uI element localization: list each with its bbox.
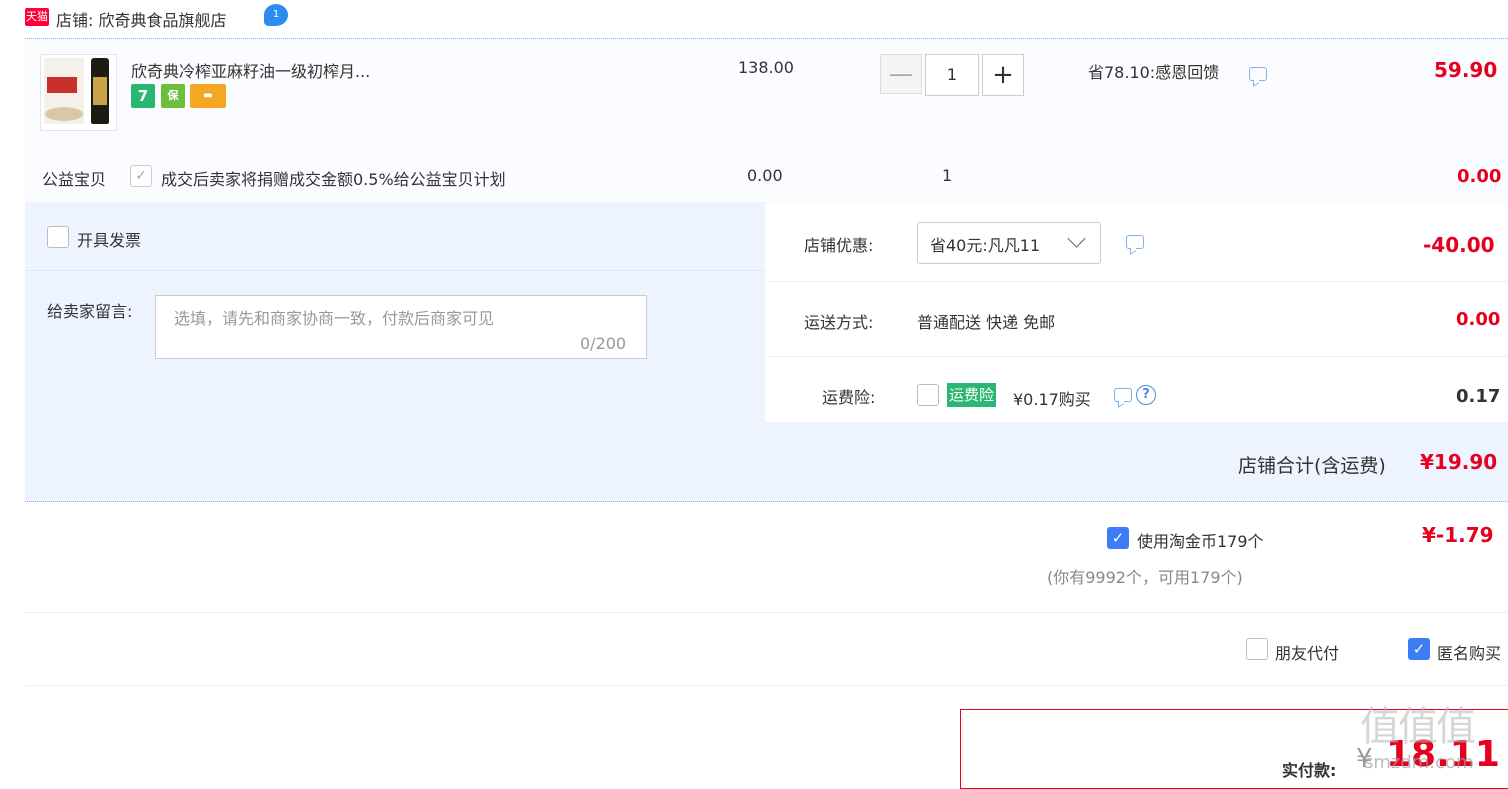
divider — [25, 612, 1508, 613]
friend-pay-label[interactable]: 朋友代付 — [1275, 640, 1339, 664]
help-icon[interactable]: ? — [1136, 385, 1156, 405]
taobao-coins-discount: ¥-1.79 — [1422, 523, 1494, 547]
discount-comment-icon[interactable] — [1126, 235, 1144, 249]
taobao-coins-checkbox[interactable]: ✓ — [1107, 527, 1129, 549]
wangwang-chat-icon[interactable]: 1 — [264, 4, 288, 26]
taobao-coins-available: (你有9992个，可用179个) — [1047, 568, 1243, 587]
seller-message-label: 给卖家留言: — [47, 302, 133, 321]
quantity-decrease-button[interactable]: — — [880, 54, 922, 94]
charity-quantity: 1 — [942, 166, 953, 185]
shipping-insurance-label: 运费险: — [822, 388, 876, 407]
item-subtotal: 59.90 — [1434, 58, 1498, 82]
shipping-insurance-amount: 0.17 — [1456, 386, 1501, 407]
divider — [25, 685, 1508, 686]
seller-message-placeholder: 选填，请先和商家协商一致，付款后商家可见 — [174, 309, 495, 328]
shop-name-link[interactable]: 店铺: 欣奇典食品旗舰店 — [56, 7, 226, 31]
quantity-increase-button[interactable]: + — [982, 54, 1024, 96]
promo-comment-icon[interactable] — [1249, 67, 1267, 81]
product-title-link[interactable]: 欣奇典冷榨亚麻籽油一级初榨月... — [131, 58, 370, 82]
seven-day-return-icon: 7 — [131, 84, 155, 108]
invoice-checkbox[interactable] — [47, 226, 69, 248]
divider — [766, 356, 1508, 357]
insurance-comment-icon[interactable] — [1114, 388, 1132, 402]
invoice-label[interactable]: 开具发票 — [77, 227, 141, 251]
taobao-coins-label[interactable]: 使用淘金币179个 — [1137, 528, 1264, 552]
shipping-amount: 0.00 — [1456, 309, 1501, 330]
shipping-method: 普通配送 快递 免邮 — [917, 313, 1056, 332]
anonymous-purchase-checkbox[interactable]: ✓ — [1408, 638, 1430, 660]
seller-message-char-count: 0/200 — [580, 334, 627, 353]
tmall-logo: 天猫 — [25, 8, 49, 26]
site-watermark-url: smzdm.com — [1364, 752, 1474, 773]
charity-price: 0.00 — [747, 166, 783, 185]
charity-total: 0.00 — [1457, 166, 1502, 187]
guarantee-icon: 保 — [161, 84, 185, 108]
shipping-insurance-checkbox[interactable] — [917, 384, 939, 406]
divider — [766, 281, 1508, 282]
shipping-insurance-price: ¥0.17购买 — [1013, 390, 1091, 409]
product-thumbnail[interactable] — [40, 54, 117, 131]
unit-price: 138.00 — [738, 58, 794, 77]
promotion-text: 省78.10:感恩回馈 — [1088, 63, 1220, 82]
shipping-insurance-badge: 运费险 — [947, 383, 997, 407]
friend-pay-checkbox[interactable] — [1246, 638, 1268, 660]
quantity-input[interactable]: 1 — [925, 54, 979, 96]
payment-label: 实付款: — [1282, 761, 1337, 780]
shop-total-value: ¥19.90 — [1420, 450, 1498, 474]
site-watermark: 值值值 — [1360, 704, 1476, 750]
charity-label: 公益宝贝 — [42, 170, 107, 189]
shop-discount-amount: -40.00 — [1423, 233, 1495, 257]
shipping-label: 运送方式: — [804, 313, 874, 332]
shop-total-label: 店铺合计(含运费) — [1238, 455, 1386, 477]
divider — [25, 270, 765, 271]
charity-description: 成交后卖家将捐赠成交金额0.5%给公益宝贝计划 — [161, 170, 506, 189]
shop-discount-label: 店铺优惠: — [804, 236, 874, 255]
anonymous-purchase-label[interactable]: 匿名购买 — [1437, 640, 1501, 664]
charity-checkbox: ✓ — [130, 165, 152, 187]
credit-card-icon: ▬ — [190, 84, 226, 108]
shop-discount-selected-value: 省40元:凡凡11 — [930, 236, 1041, 255]
